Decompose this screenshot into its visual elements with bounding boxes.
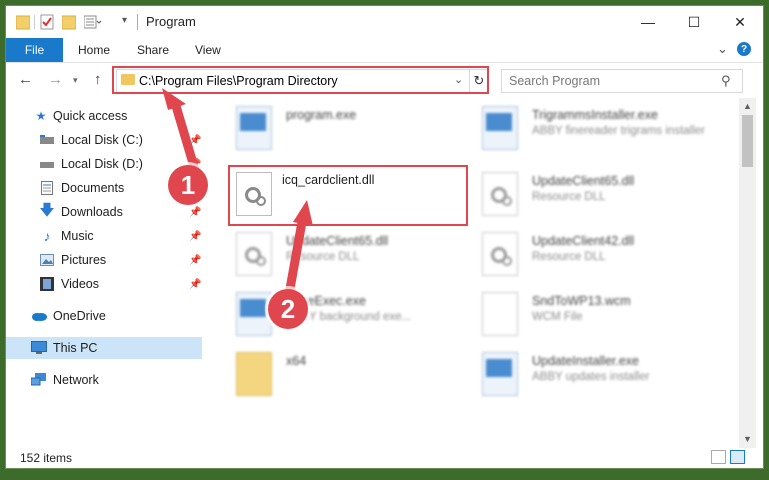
annotation-arrows xyxy=(162,88,313,305)
callout-step-2: 2 xyxy=(268,289,308,329)
callout-step-1: 1 xyxy=(168,165,208,205)
arrow-1-head xyxy=(162,88,186,110)
arrow-2-head xyxy=(293,200,313,226)
arrow-1 xyxy=(171,101,200,175)
